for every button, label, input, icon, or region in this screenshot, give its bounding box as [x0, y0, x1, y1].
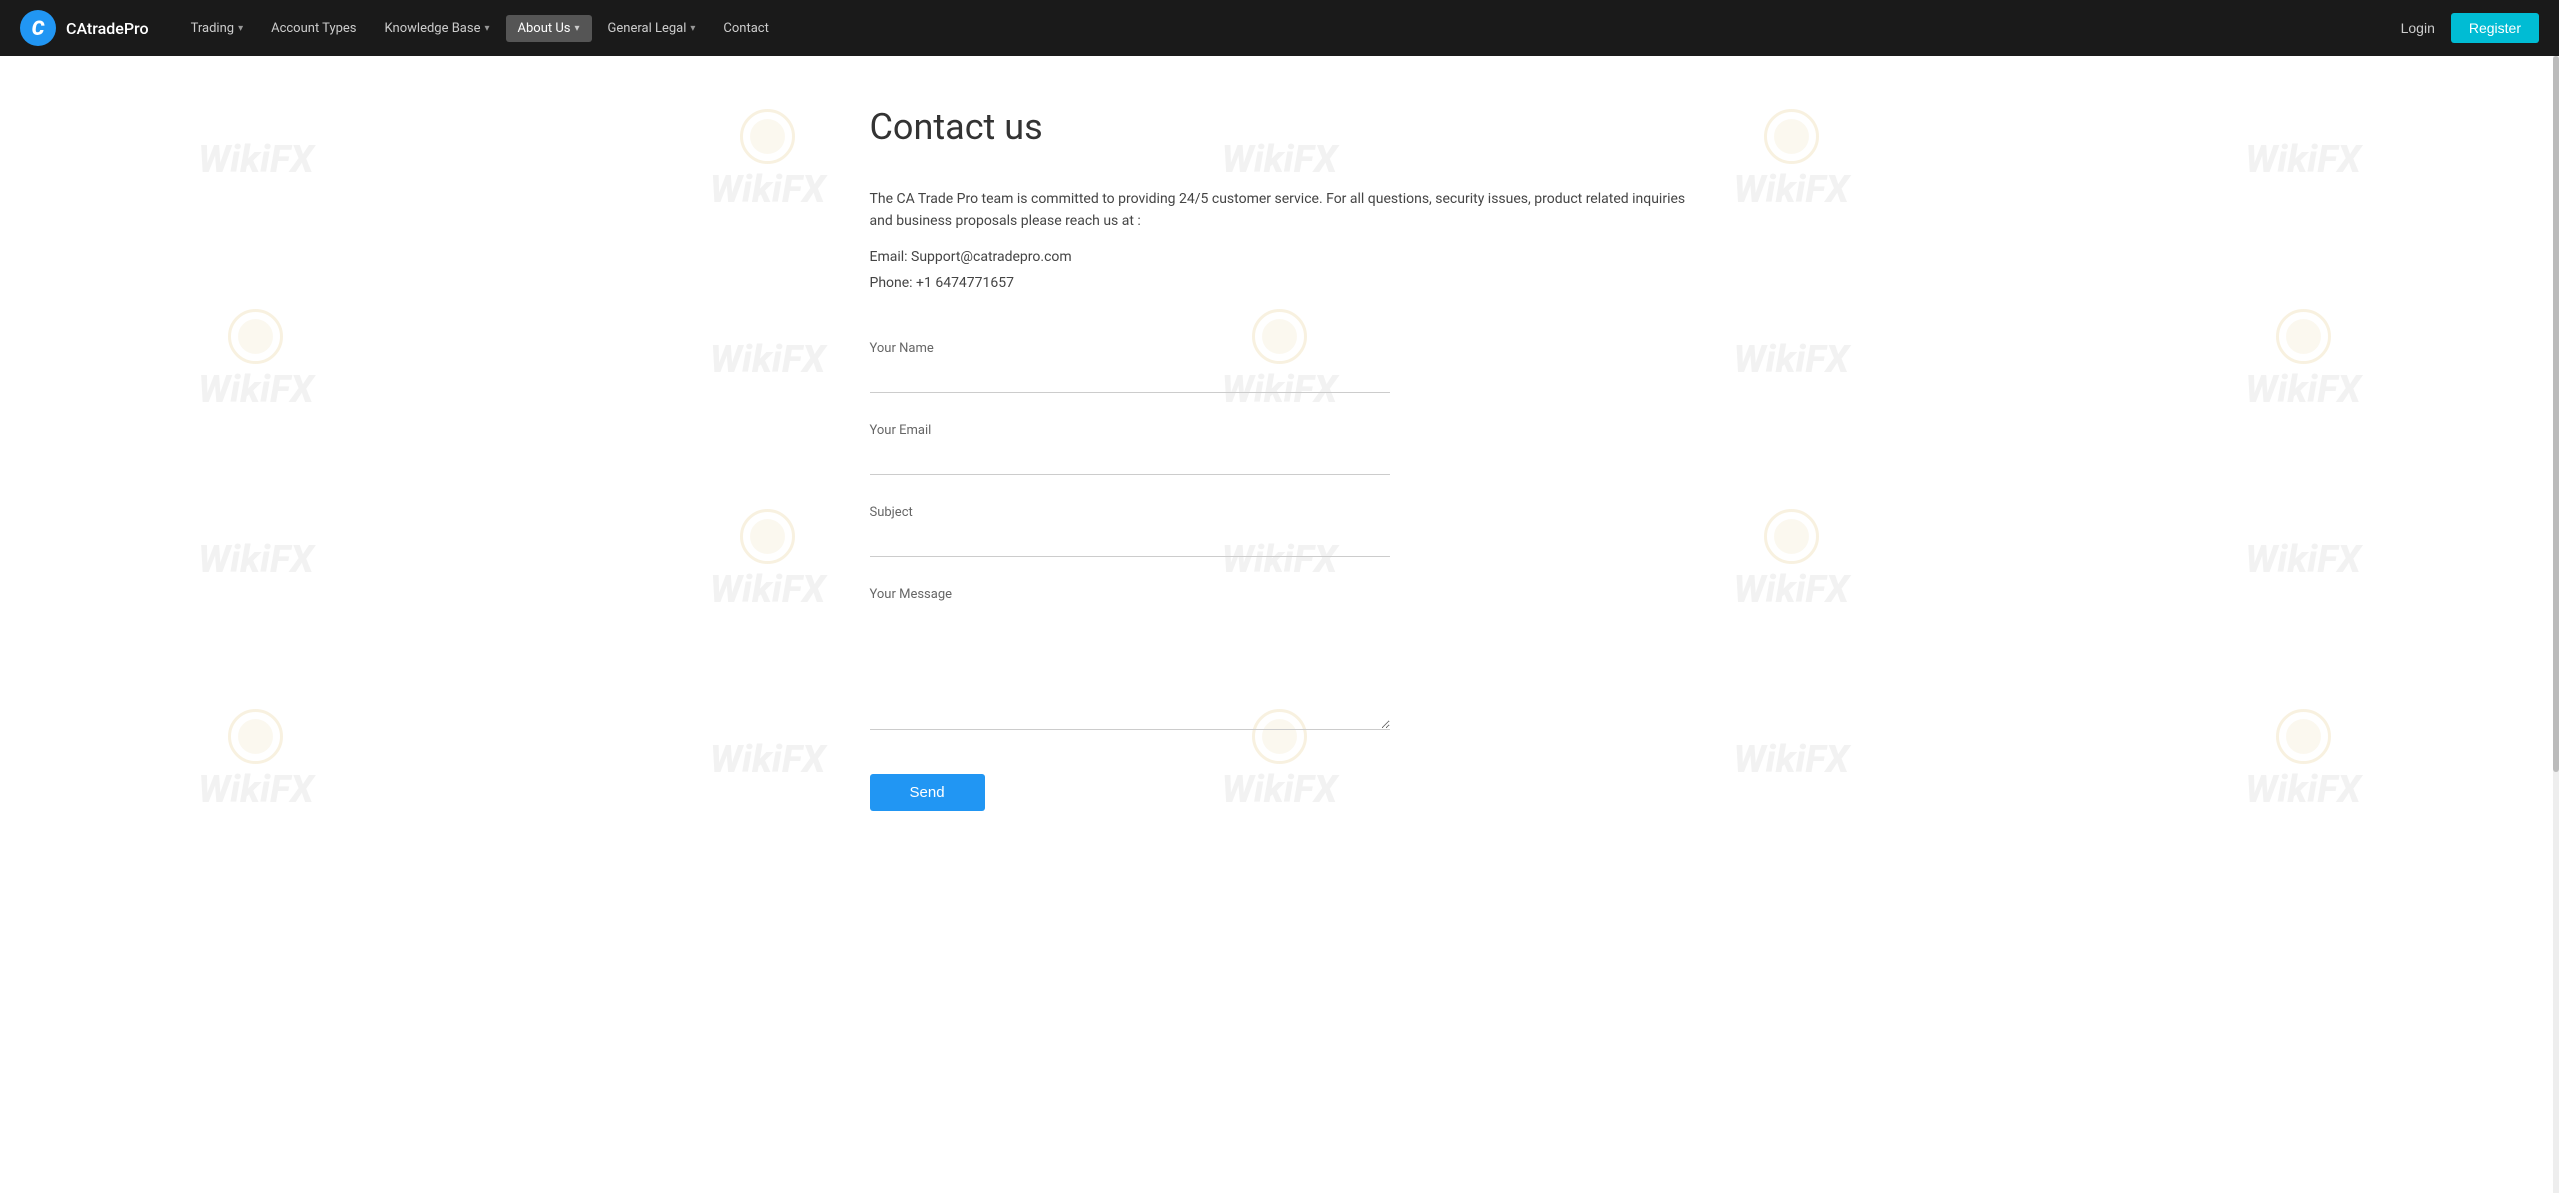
chevron-down-icon: ▾ [690, 23, 695, 34]
main-nav: Trading ▾ Account Types Knowledge Base ▾… [179, 15, 2401, 42]
logo[interactable]: C CAtradePro [20, 10, 149, 46]
email-field-group: Your Email [870, 423, 1390, 475]
main-content: Contact us The CA Trade Pro team is comm… [830, 56, 1730, 861]
chevron-down-icon: ▾ [575, 23, 580, 34]
register-button[interactable]: Register [2451, 13, 2539, 43]
subject-label: Subject [870, 505, 1390, 520]
header: C CAtradePro Trading ▾ Account Types Kno… [0, 0, 2559, 56]
email-label: Your Email [870, 423, 1390, 438]
email-info: Email: Support@catradepro.com [870, 249, 1690, 265]
login-button[interactable]: Login [2401, 20, 2435, 36]
subject-input[interactable] [870, 528, 1390, 557]
header-actions: Login Register [2401, 13, 2539, 43]
nav-account-types[interactable]: Account Types [259, 15, 368, 42]
nav-about-us[interactable]: About Us ▾ [506, 15, 592, 42]
nav-knowledge-base[interactable]: Knowledge Base ▾ [373, 15, 502, 42]
contact-section: The CA Trade Pro team is committed to pr… [870, 188, 1690, 291]
contact-form: Your Name Your Email Subject Your Messag… [870, 341, 1390, 811]
name-label: Your Name [870, 341, 1390, 356]
chevron-down-icon: ▾ [238, 23, 243, 34]
subject-field-group: Subject [870, 505, 1390, 557]
nav-trading[interactable]: Trading ▾ [179, 15, 256, 42]
phone-info: Phone: +1 6474771657 [870, 275, 1690, 291]
email-input[interactable] [870, 446, 1390, 475]
brand-name: CAtradePro [66, 19, 149, 38]
send-button[interactable]: Send [870, 774, 985, 811]
logo-icon: C [20, 10, 56, 46]
nav-general-legal[interactable]: General Legal ▾ [596, 15, 708, 42]
message-field-group: Your Message [870, 587, 1390, 734]
message-label: Your Message [870, 587, 1390, 602]
page-title: Contact us [870, 106, 1690, 148]
chevron-down-icon: ▾ [484, 23, 489, 34]
nav-contact[interactable]: Contact [711, 15, 780, 42]
message-textarea[interactable] [870, 610, 1390, 730]
scrollbar[interactable] [2553, 56, 2559, 1193]
intro-paragraph: The CA Trade Pro team is committed to pr… [870, 188, 1690, 233]
scrollbar-thumb [2553, 56, 2559, 772]
name-field-group: Your Name [870, 341, 1390, 393]
name-input[interactable] [870, 364, 1390, 393]
